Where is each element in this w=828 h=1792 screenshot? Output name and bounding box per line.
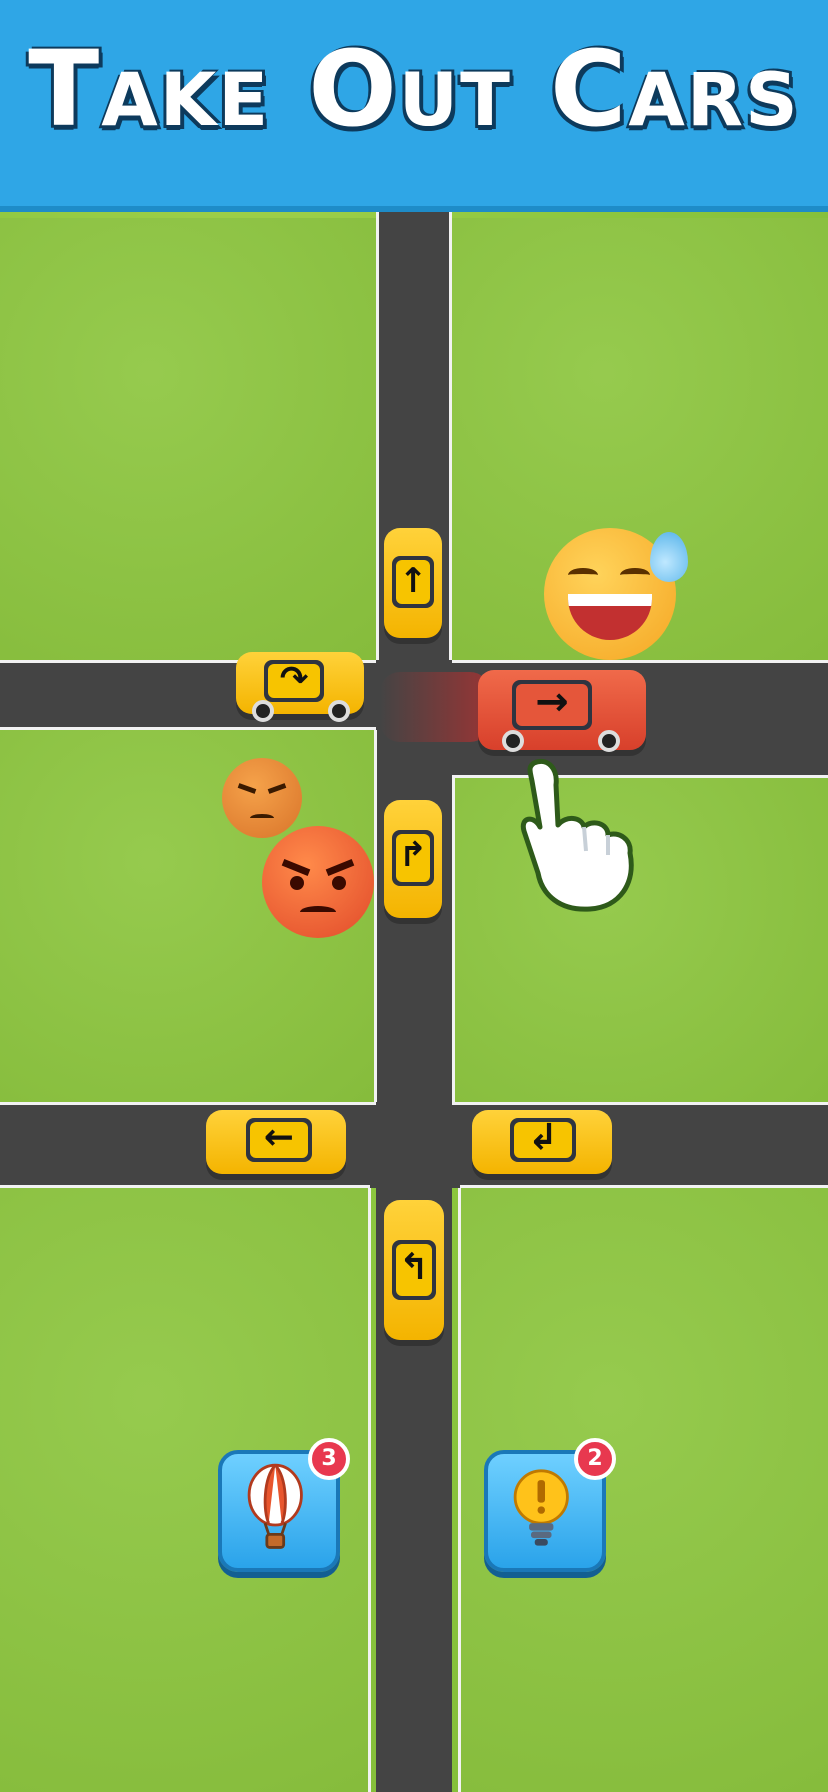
taxi-car-lower-right[interactable]: ↲: [472, 1110, 612, 1174]
road-edge: [449, 212, 452, 660]
turn-right-arrow-icon: ↷: [279, 659, 309, 699]
arrow-right-icon: →: [535, 679, 569, 725]
taxi-car-south[interactable]: ↰: [384, 1200, 444, 1340]
taxi-car-upper-left[interactable]: ↷: [236, 652, 364, 722]
motion-trail: [380, 672, 490, 742]
grass-block: [0, 218, 376, 660]
road-edge: [376, 212, 379, 660]
road-edge: [452, 1102, 828, 1105]
turn-left-up-arrow-icon: ↰: [398, 1247, 430, 1288]
taxi-car-lower-left[interactable]: ←: [206, 1110, 346, 1174]
pointing-hand-icon: [520, 759, 634, 912]
road-edge: [0, 727, 376, 730]
title-banner: Take Out Cars: [0, 0, 828, 212]
game-board: Take Out Cars ↑ ↷ → ↱ ← ↲ ↰ 3 2: [0, 0, 828, 1792]
balloon-count-badge: 3: [308, 1438, 350, 1480]
balloon-booster-button[interactable]: 3: [218, 1438, 350, 1572]
road-edge: [0, 1185, 370, 1188]
arrow-up-icon: ↑: [398, 561, 428, 601]
road-edge: [460, 1185, 828, 1188]
road-edge: [374, 730, 377, 1102]
arrow-left-icon: ←: [263, 1117, 295, 1158]
angry-emoji-large-icon: [262, 826, 374, 938]
hint-count-badge: 2: [574, 1438, 616, 1480]
road-edge: [458, 1188, 461, 1792]
angry-emoji-small-icon: [222, 758, 302, 838]
road-edge: [452, 778, 455, 1102]
road-edge: [452, 660, 828, 663]
hint-booster-button[interactable]: 2: [484, 1438, 616, 1572]
turn-left-down-arrow-icon: ↲: [527, 1117, 559, 1158]
red-car[interactable]: →: [478, 670, 646, 752]
taxi-car-north[interactable]: ↑: [384, 528, 442, 638]
game-title: Take Out Cars: [28, 28, 800, 150]
horizontal-road-lower: [0, 1102, 828, 1188]
vertical-road: [376, 212, 452, 1792]
road-edge: [368, 1188, 371, 1792]
road-edge: [0, 1102, 376, 1105]
turn-right-up-arrow-icon: ↱: [398, 835, 428, 875]
taxi-car-center[interactable]: ↱: [384, 800, 442, 918]
